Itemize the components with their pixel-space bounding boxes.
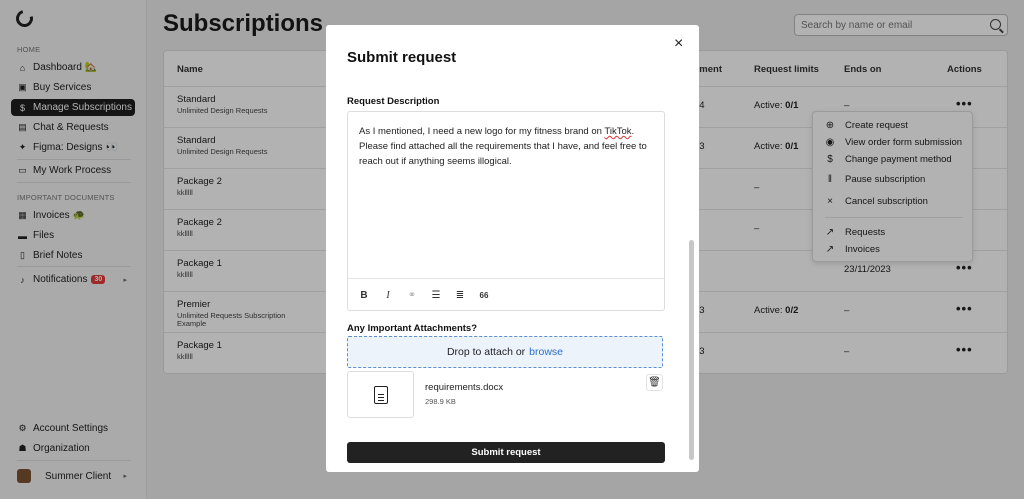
browse-link[interactable]: browse xyxy=(529,346,563,358)
italic-icon[interactable]: I xyxy=(383,290,393,301)
modal-scrollbar[interactable] xyxy=(689,240,694,460)
trash-icon: 🗑 xyxy=(648,377,661,388)
file-thumbnail xyxy=(347,371,414,418)
attachment-dropzone[interactable]: Drop to attach or browse xyxy=(347,336,663,368)
submit-request-button[interactable]: Submit request xyxy=(347,442,665,463)
attachments-label: Any Important Attachments? xyxy=(347,323,478,334)
close-icon[interactable]: × xyxy=(674,35,683,53)
numbered-list-icon[interactable]: ≣ xyxy=(455,290,465,301)
modal-title: Submit request xyxy=(347,49,457,66)
submit-request-modal: Submit request × Request Description As … xyxy=(326,25,699,472)
description-text[interactable]: As I mentioned, I need a new logo for my… xyxy=(359,124,659,169)
document-icon xyxy=(373,385,388,404)
bold-icon[interactable]: B xyxy=(359,290,369,301)
editor-toolbar: B I ⚭ ☰ ≣ 66 xyxy=(348,278,664,311)
request-description-editor[interactable]: As I mentioned, I need a new logo for my… xyxy=(347,111,665,311)
delete-attachment-button[interactable]: 🗑 xyxy=(646,374,663,391)
quote-icon[interactable]: 66 xyxy=(479,291,489,300)
description-label: Request Description xyxy=(347,96,440,107)
link-icon[interactable]: ⚭ xyxy=(407,290,417,301)
bullet-list-icon[interactable]: ☰ xyxy=(431,290,441,301)
file-size: 298.9 KB xyxy=(425,397,456,406)
file-name: requirements.docx xyxy=(425,382,504,393)
